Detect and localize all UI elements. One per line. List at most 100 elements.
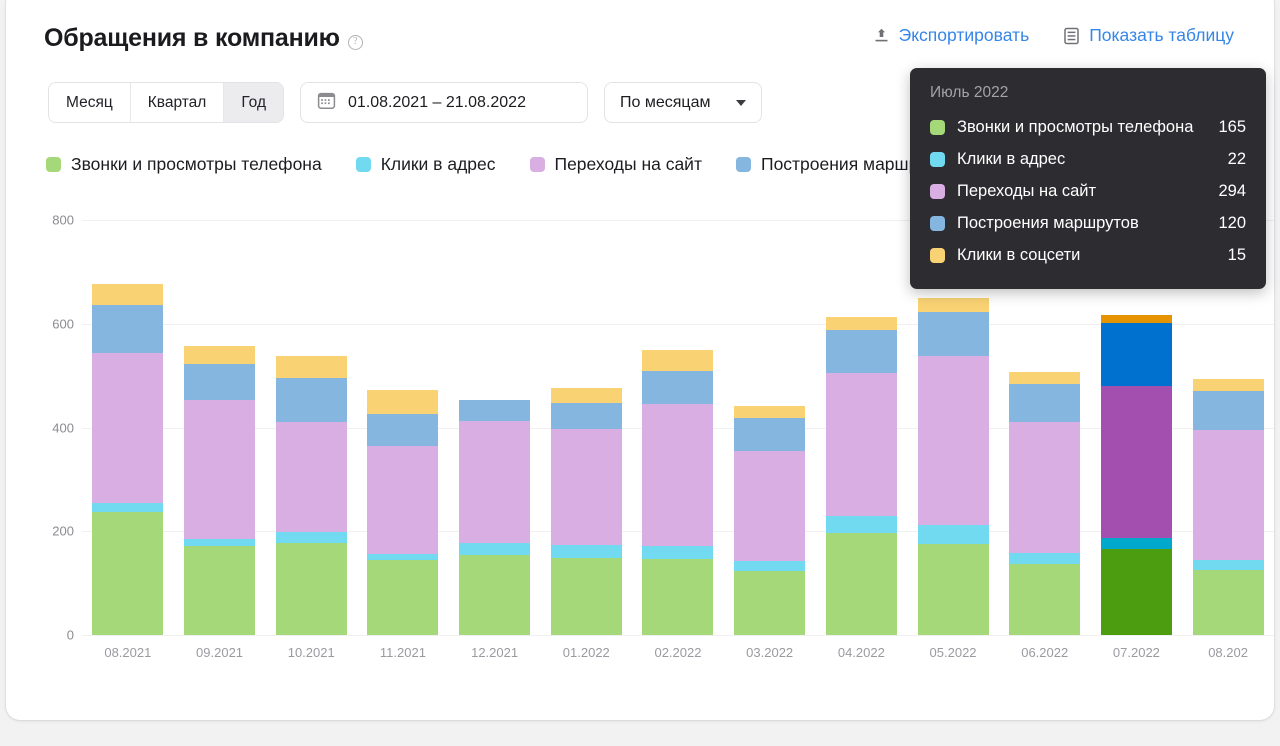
bar-segment[interactable]: [1009, 552, 1081, 564]
bar-segment[interactable]: [184, 545, 256, 635]
stacked-bar[interactable]: [92, 284, 164, 635]
bar-segment[interactable]: [917, 524, 989, 544]
bar-segment[interactable]: [1192, 559, 1264, 570]
y-axis-tick-label: 400: [52, 420, 74, 435]
bar-segment[interactable]: [92, 305, 164, 353]
bar-segment[interactable]: [825, 516, 897, 534]
bar-segment[interactable]: [825, 330, 897, 373]
bar-segment[interactable]: [917, 355, 989, 525]
bar-segment[interactable]: [367, 389, 439, 414]
bar-segment[interactable]: [275, 542, 347, 635]
bar-segment[interactable]: [550, 545, 622, 559]
bar-segment[interactable]: [367, 413, 439, 447]
tooltip-swatch-icon: [930, 215, 945, 231]
grouping-select[interactable]: По месяцам: [604, 82, 763, 123]
period-button-quarter[interactable]: Квартал: [130, 83, 225, 122]
tooltip-series-value: 165: [1218, 117, 1246, 136]
bar-segment[interactable]: [367, 559, 439, 635]
bar-segment[interactable]: [1192, 569, 1264, 635]
bar-segment[interactable]: [642, 350, 714, 371]
grouping-value: По месяцам: [620, 93, 711, 111]
bar-segment[interactable]: [1009, 384, 1081, 423]
stacked-bar[interactable]: [825, 317, 897, 635]
bar-segment[interactable]: [642, 545, 714, 560]
legend-item[interactable]: Звонки и просмотры телефона: [46, 154, 322, 175]
bar-segment[interactable]: [550, 428, 622, 546]
bar-segment[interactable]: [184, 400, 256, 539]
bar-segment[interactable]: [550, 558, 622, 635]
bar-segment[interactable]: [184, 346, 256, 364]
legend-item[interactable]: Переходы на сайт: [529, 154, 702, 175]
bar-segment[interactable]: [917, 298, 989, 313]
bar-segment[interactable]: [367, 446, 439, 554]
bar-segment[interactable]: [92, 352, 164, 503]
bar-segment[interactable]: [917, 312, 989, 356]
tooltip-series-name: Построения маршрутов: [957, 213, 1139, 232]
bar-segment[interactable]: [459, 400, 531, 422]
gridline: [82, 635, 1274, 636]
stacked-bar[interactable]: [1009, 371, 1081, 635]
date-range-input[interactable]: 01.08.2021 – 21.08.2022: [300, 82, 589, 123]
bar-segment[interactable]: [734, 561, 806, 572]
chevron-down-icon: [736, 99, 747, 106]
stacked-bar[interactable]: [275, 356, 347, 635]
bar-segment[interactable]: [550, 387, 622, 403]
bar-segment[interactable]: [642, 559, 714, 635]
period-button-year[interactable]: Год: [224, 83, 284, 122]
stacked-bar[interactable]: [642, 350, 714, 635]
bar-segment[interactable]: [459, 554, 531, 635]
bar-segment[interactable]: [92, 502, 164, 512]
export-button[interactable]: Экспортировать: [873, 25, 1029, 46]
bar-segment[interactable]: [734, 571, 806, 635]
stacked-bar[interactable]: [550, 387, 622, 635]
bar-segment[interactable]: [1009, 371, 1081, 385]
bar-segment[interactable]: [642, 403, 714, 546]
period-button-month[interactable]: Месяц: [49, 83, 131, 122]
bar-slot: [724, 220, 816, 635]
x-axis-tick-label: 08.202: [1208, 645, 1248, 660]
stacked-bar[interactable]: [1192, 378, 1264, 635]
bar-segment[interactable]: [917, 543, 989, 635]
bar-segment[interactable]: [275, 356, 347, 378]
bar-segment[interactable]: [1100, 315, 1172, 324]
bar-segment[interactable]: [1192, 391, 1264, 430]
bar-segment[interactable]: [459, 543, 531, 555]
bar-segment[interactable]: [1100, 549, 1172, 635]
bar-segment[interactable]: [1100, 323, 1172, 386]
bar-segment[interactable]: [1009, 563, 1081, 635]
bar-segment[interactable]: [184, 363, 256, 401]
bar-segment[interactable]: [184, 538, 256, 546]
bar-segment[interactable]: [825, 533, 897, 635]
stacked-bar[interactable]: [917, 298, 989, 635]
bar-segment[interactable]: [275, 532, 347, 543]
bar-segment[interactable]: [825, 317, 897, 330]
bar-segment[interactable]: [275, 377, 347, 423]
bar-segment[interactable]: [550, 402, 622, 429]
bar-segment[interactable]: [734, 418, 806, 451]
question-circle-icon[interactable]: ?: [347, 35, 363, 50]
stacked-bar[interactable]: [184, 346, 256, 635]
show-table-button[interactable]: Показать таблицу: [1063, 25, 1234, 46]
bar-segment[interactable]: [92, 511, 164, 635]
bar-segment[interactable]: [1192, 429, 1264, 560]
bar-segment[interactable]: [825, 372, 897, 517]
bar-segment[interactable]: [1100, 538, 1172, 550]
stacked-bar[interactable]: [734, 406, 806, 635]
bar-segment[interactable]: [642, 370, 714, 404]
tooltip-series-name: Клики в соцсети: [957, 245, 1081, 264]
bar-segment[interactable]: [459, 421, 531, 544]
tooltip-series-value: 294: [1218, 181, 1246, 200]
bar-segment[interactable]: [1009, 422, 1081, 553]
legend-item[interactable]: Клики в адрес: [355, 154, 496, 175]
bar-segment[interactable]: [1100, 385, 1172, 538]
bar-segment[interactable]: [1192, 378, 1264, 392]
bar-segment[interactable]: [734, 406, 806, 419]
stacked-bar[interactable]: [459, 400, 531, 635]
bar-slot: [82, 220, 174, 635]
bar-segment[interactable]: [734, 450, 806, 562]
bar-segment[interactable]: [275, 422, 347, 533]
bar-slot: [816, 220, 908, 635]
stacked-bar[interactable]: [1100, 315, 1172, 635]
bar-segment[interactable]: [92, 284, 164, 306]
stacked-bar[interactable]: [367, 389, 439, 635]
